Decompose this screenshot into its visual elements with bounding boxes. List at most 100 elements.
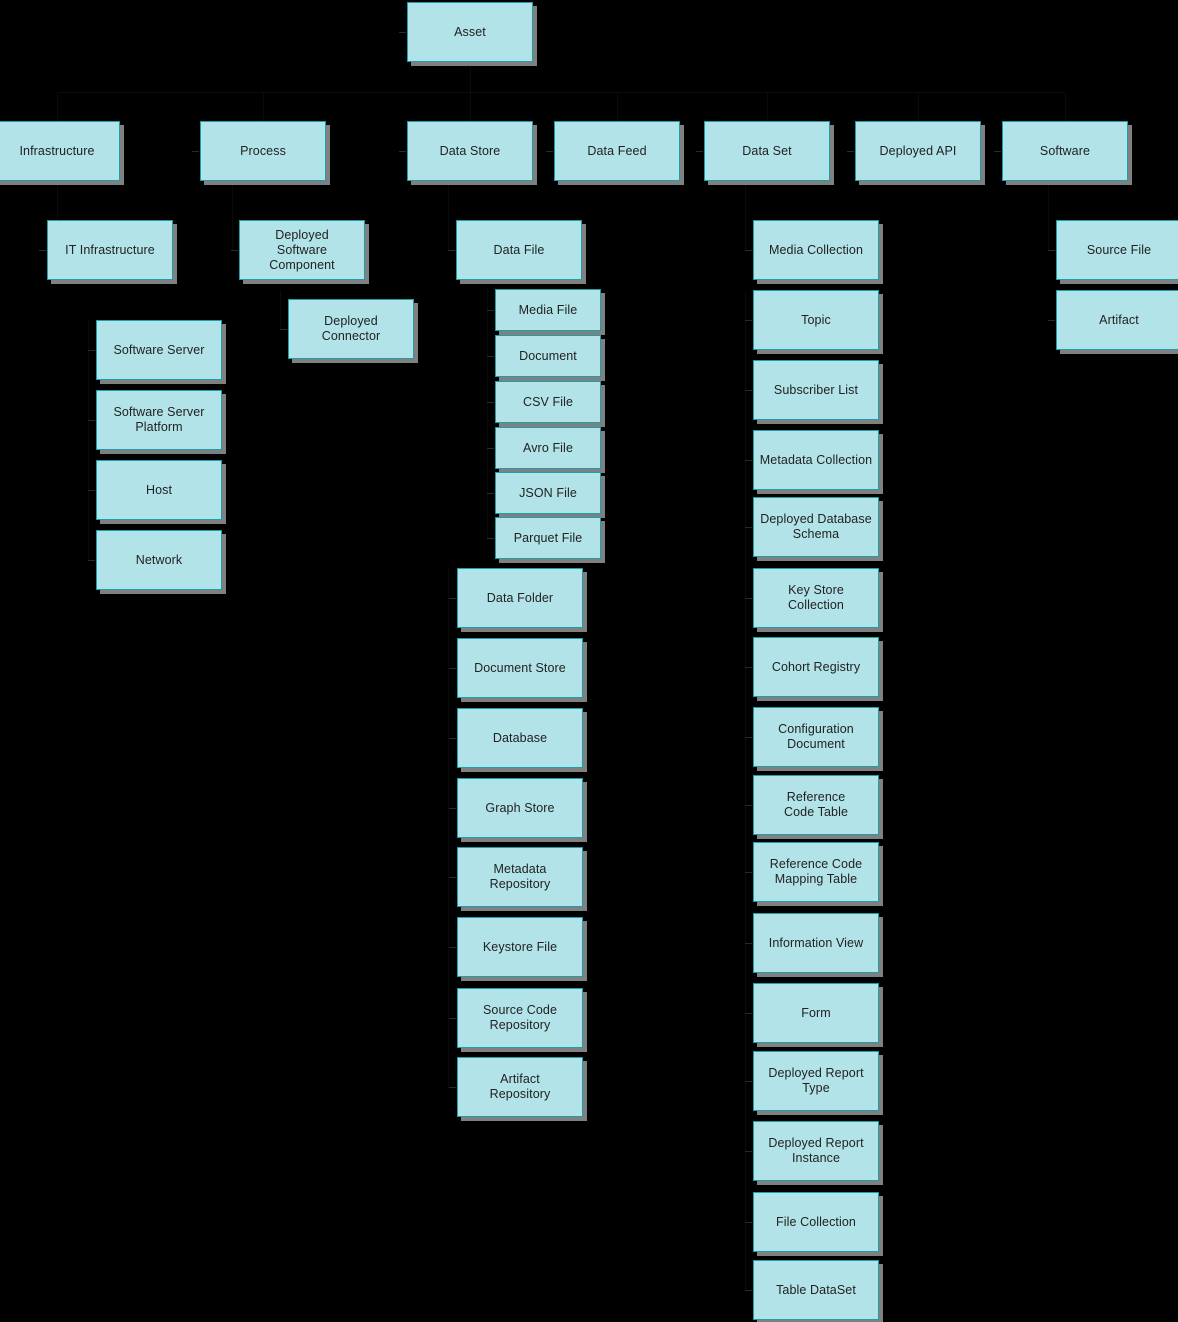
class-node-data-set[interactable]: Data Set	[704, 121, 830, 181]
class-node-label: Document Store	[474, 660, 566, 675]
connector-stub	[745, 872, 752, 873]
class-node-avro-file[interactable]: Avro File	[495, 427, 601, 469]
class-node-parquet-file[interactable]: Parquet File	[495, 517, 601, 559]
connector-stub	[745, 320, 752, 321]
class-node-document-store[interactable]: Document Store	[457, 638, 583, 698]
connector-stub	[88, 560, 95, 561]
connector-stub	[449, 598, 456, 599]
connector-stub	[280, 329, 287, 330]
class-node-label: Asset	[454, 24, 486, 39]
connector-datafile-children-spine	[487, 288, 488, 540]
connector-stub	[847, 151, 854, 152]
class-node-infrastructure[interactable]: Infrastructure	[0, 121, 120, 181]
class-node-configuration-document[interactable]: Configuration Document	[753, 707, 879, 767]
connector-process-drop	[263, 92, 264, 121]
class-node-artifact-repository[interactable]: Artifact Repository	[457, 1057, 583, 1117]
connector-stub	[487, 402, 494, 403]
class-node-label: Data Store	[439, 143, 501, 158]
connector-stub	[745, 1081, 752, 1082]
class-node-information-view[interactable]: Information View	[753, 913, 879, 973]
class-node-deployed-report-type[interactable]: Deployed Report Type	[753, 1051, 879, 1111]
connector-stub	[546, 151, 553, 152]
class-node-data-store[interactable]: Data Store	[407, 121, 533, 181]
class-node-artifact[interactable]: Artifact	[1056, 290, 1178, 350]
class-node-data-file[interactable]: Data File	[456, 220, 582, 280]
connector-stub	[745, 1290, 752, 1291]
class-node-database[interactable]: Database	[457, 708, 583, 768]
class-node-label: Host	[145, 482, 173, 497]
class-node-media-collection[interactable]: Media Collection	[753, 220, 879, 280]
connector-stub	[399, 151, 406, 152]
connector-stub	[1048, 320, 1055, 321]
class-node-reference-code-mapping-table[interactable]: Reference Code Mapping Table	[753, 842, 879, 902]
class-node-label: Key Store Collection	[788, 583, 844, 612]
class-node-graph-store[interactable]: Graph Store	[457, 778, 583, 838]
class-node-it-infrastructure[interactable]: IT Infrastructure	[47, 220, 173, 280]
connector-stub	[399, 32, 406, 33]
connector-stub	[696, 151, 703, 152]
class-node-label: Process	[240, 143, 286, 158]
class-node-software-server-platform[interactable]: Software Server Platform	[96, 390, 222, 450]
connector-asset-trunk	[470, 62, 471, 92]
connector-stub	[745, 527, 752, 528]
class-node-data-folder[interactable]: Data Folder	[457, 568, 583, 628]
class-node-media-file[interactable]: Media File	[495, 289, 601, 331]
class-node-document[interactable]: Document	[495, 335, 601, 377]
connector-datastore-children-spine	[448, 568, 449, 1088]
class-node-deployed-software-component[interactable]: Deployed Software Component	[239, 220, 365, 280]
class-node-label: Configuration Document	[778, 722, 854, 751]
connector-stub	[448, 250, 455, 251]
connector-dataset-drop	[767, 92, 768, 121]
class-node-table-dataset[interactable]: Table DataSet	[753, 1260, 879, 1320]
class-node-cohort-registry[interactable]: Cohort Registry	[753, 637, 879, 697]
class-node-deployed-database-schema[interactable]: Deployed Database Schema	[753, 497, 879, 557]
class-node-metadata-repository[interactable]: Metadata Repository	[457, 847, 583, 907]
class-node-asset[interactable]: Asset	[407, 2, 533, 62]
class-node-label: Document	[519, 348, 577, 363]
class-node-label: Data Feed	[587, 143, 647, 158]
connector-stub	[88, 420, 95, 421]
connector-stub	[487, 310, 494, 311]
class-node-subscriber-list[interactable]: Subscriber List	[753, 360, 879, 420]
connector-dot-software	[1036, 181, 1039, 185]
class-node-form[interactable]: Form	[753, 983, 879, 1043]
class-node-label: Media File	[518, 302, 578, 317]
class-node-metadata-collection[interactable]: Metadata Collection	[753, 430, 879, 490]
connector-datafile	[448, 181, 449, 251]
class-node-label: Subscriber List	[773, 382, 859, 397]
class-node-keystore-file[interactable]: Keystore File	[457, 917, 583, 977]
connector-stub	[449, 947, 456, 948]
class-node-label: Software Server	[113, 342, 205, 357]
class-node-software[interactable]: Software	[1002, 121, 1128, 181]
class-node-label: Artifact Repository	[489, 1072, 551, 1101]
class-node-label: Deployed Database Schema	[760, 512, 872, 541]
class-node-host[interactable]: Host	[96, 460, 222, 520]
class-node-label: Deployed Connector	[321, 314, 381, 343]
class-node-process[interactable]: Process	[200, 121, 326, 181]
class-node-label: Metadata Repository	[489, 862, 551, 891]
class-node-deployed-api[interactable]: Deployed API	[855, 121, 981, 181]
connector-asset-bus	[57, 92, 1065, 93]
connector-stub	[745, 390, 752, 391]
class-node-json-file[interactable]: JSON File	[495, 472, 601, 514]
class-node-deployed-report-instance[interactable]: Deployed Report Instance	[753, 1121, 879, 1181]
class-diagram-canvas: Asset Infrastructure Process Data Store Data…	[0, 0, 1178, 1322]
class-node-data-feed[interactable]: Data Feed	[554, 121, 680, 181]
connector-stub	[487, 493, 494, 494]
class-node-source-code-repository[interactable]: Source Code Repository	[457, 988, 583, 1048]
class-node-network[interactable]: Network	[96, 530, 222, 590]
class-node-label: Software Server Platform	[113, 405, 205, 434]
connector-stub	[745, 250, 752, 251]
connector-stub	[745, 805, 752, 806]
class-node-csv-file[interactable]: CSV File	[495, 381, 601, 423]
class-node-label: Source File	[1086, 242, 1152, 257]
class-node-source-file[interactable]: Source File	[1056, 220, 1178, 280]
class-node-file-collection[interactable]: File Collection	[753, 1192, 879, 1252]
class-node-reference-code-table[interactable]: Reference Code Table	[753, 775, 879, 835]
class-node-deployed-connector[interactable]: Deployed Connector	[288, 299, 414, 359]
class-node-software-server[interactable]: Software Server	[96, 320, 222, 380]
class-node-key-store-collection[interactable]: Key Store Collection	[753, 568, 879, 628]
class-node-label: Artifact	[1099, 312, 1139, 327]
class-node-topic[interactable]: Topic	[753, 290, 879, 350]
connector-stub	[745, 1013, 752, 1014]
